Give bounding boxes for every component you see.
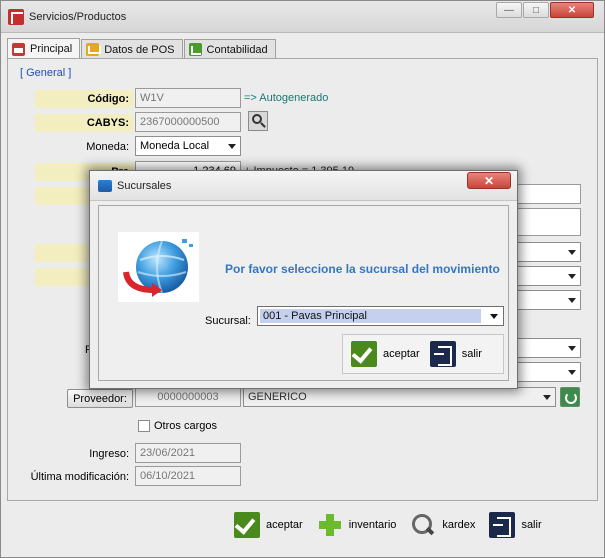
tab-label: Principal	[30, 43, 73, 55]
codigo-field[interactable]: W1V	[135, 88, 241, 108]
chevron-down-icon	[543, 395, 551, 400]
cabys-search-button[interactable]	[248, 111, 268, 131]
moneda-select[interactable]: Moneda Local	[135, 136, 241, 156]
salir-button[interactable]: salir	[489, 512, 542, 538]
tab-principal[interactable]: Principal	[7, 38, 81, 59]
title-bar[interactable]: Servicios/Productos — □ ✕	[1, 1, 604, 33]
window-controls: — □ ✕	[495, 2, 594, 18]
exit-icon	[489, 512, 516, 538]
proveedor-name-select[interactable]: GENERICO	[243, 387, 556, 407]
dialog-close-button[interactable]: ✕	[467, 172, 511, 189]
ultima-modificacion-field[interactable]: 06/10/2021	[135, 466, 241, 486]
cabys-field[interactable]: 2367000000500	[135, 112, 241, 132]
inventario-button[interactable]: inventario	[317, 512, 397, 538]
close-button[interactable]: ✕	[550, 2, 594, 18]
chevron-down-icon	[568, 274, 576, 279]
moneda-value: Moneda Local	[140, 140, 210, 152]
chevron-down-icon	[490, 314, 498, 319]
action-label: aceptar	[383, 348, 420, 360]
proveedor-code-field[interactable]: 0000000003	[135, 387, 241, 407]
tab-label: Datos de POS	[104, 43, 175, 56]
sucursal-label: Sucursal:	[205, 315, 251, 327]
codigo-label: Código:	[35, 90, 133, 108]
app-icon	[8, 9, 24, 25]
refresh-proveedor-button[interactable]	[560, 387, 580, 407]
chevron-down-icon	[228, 144, 236, 149]
globe-small-icon	[98, 180, 112, 192]
action-label: salir	[461, 348, 482, 360]
autogenerado-note: => Autogenerado	[244, 92, 329, 104]
dialog-message: Por favor seleccione la sucursal del mov…	[225, 262, 500, 276]
restore-button[interactable]: □	[523, 2, 549, 18]
ultima-modificacion-label: Última modificación:	[30, 471, 129, 483]
moneda-label: Moneda:	[86, 141, 129, 153]
action-label: kardex	[442, 519, 476, 531]
proveedor-name: GENERICO	[248, 391, 307, 403]
sucursal-value: 001 - Pavas Principal	[260, 309, 481, 323]
action-label: salir	[521, 519, 542, 531]
tab-strip: Principal Datos de POS Contabilidad	[7, 38, 277, 59]
otros-cargos-label: Otros cargos	[154, 420, 217, 432]
tab-contabilidad[interactable]: Contabilidad	[183, 39, 276, 59]
check-icon	[234, 512, 260, 538]
footer-actions: aceptar inventario kardex salir	[234, 504, 556, 546]
chevron-down-icon	[568, 250, 576, 255]
chevron-down-icon	[568, 370, 576, 375]
window-title: Servicios/Productos	[29, 11, 127, 23]
plus-icon	[317, 512, 343, 538]
store-icon	[12, 42, 25, 56]
ingreso-label: Ingreso:	[89, 448, 129, 460]
main-window: Servicios/Productos — □ ✕ Principal Dato…	[0, 0, 605, 558]
tab-datos-pos[interactable]: Datos de POS	[81, 39, 183, 59]
exit-icon	[429, 341, 456, 367]
otros-cargos-checkbox[interactable]	[138, 420, 150, 432]
dialog-title-bar[interactable]: Sucursales ✕	[90, 171, 517, 201]
action-label: aceptar	[266, 519, 303, 531]
globe-icon	[118, 232, 199, 302]
magnifier-icon	[410, 512, 436, 538]
kardex-button[interactable]: kardex	[410, 512, 475, 538]
dialog-body: Por favor seleccione la sucursal del mov…	[98, 205, 509, 381]
ingreso-field[interactable]: 23/06/2021	[135, 443, 241, 463]
proveedor-button[interactable]: Proveedor:	[67, 389, 133, 408]
action-label: inventario	[348, 519, 397, 531]
general-group-label: [ General ]	[20, 67, 72, 79]
check-icon	[351, 341, 377, 367]
sucursales-dialog: Sucursales ✕ Por favor seleccione la suc…	[89, 170, 518, 389]
chevron-down-icon	[568, 346, 576, 351]
cabys-label: CABYS:	[35, 114, 133, 132]
dialog-actions: aceptar salir	[342, 334, 504, 374]
dialog-salir-button[interactable]: salir	[429, 341, 482, 367]
minimize-button[interactable]: —	[496, 2, 522, 18]
aceptar-button[interactable]: aceptar	[234, 512, 303, 538]
chart-icon	[188, 43, 202, 56]
cart-icon	[86, 43, 102, 56]
chevron-down-icon	[568, 298, 576, 303]
sucursal-select[interactable]: 001 - Pavas Principal	[257, 306, 504, 326]
dialog-title: Sucursales	[117, 180, 172, 192]
dialog-aceptar-button[interactable]: aceptar	[351, 341, 420, 367]
tab-label: Contabilidad	[206, 43, 268, 56]
